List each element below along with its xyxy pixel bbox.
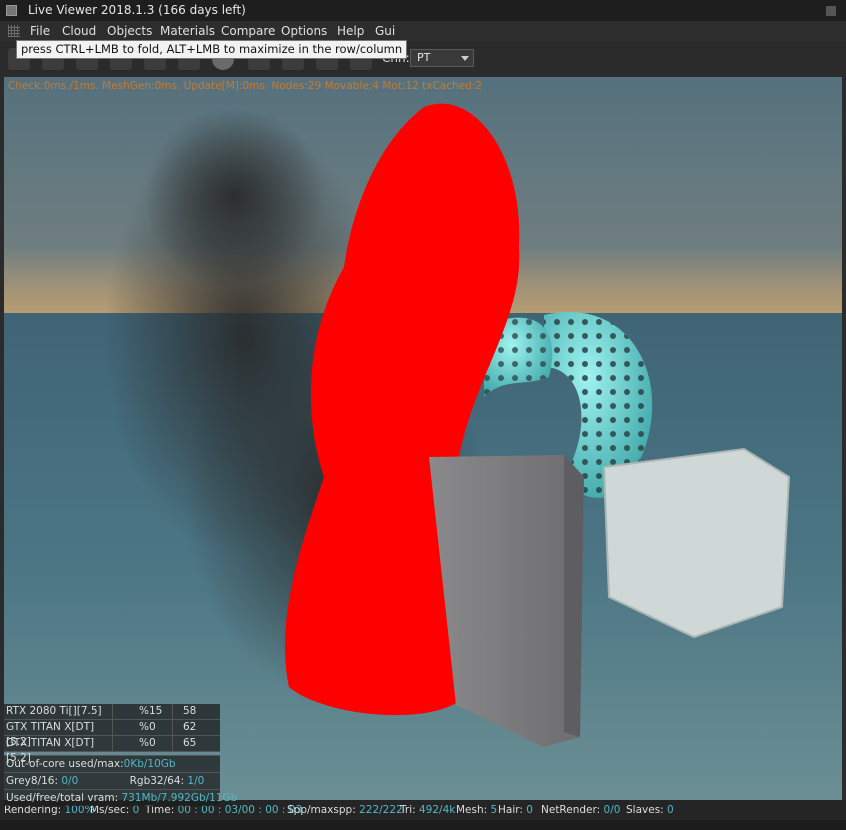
vram-info: Used/free/total vram: 731Mb/7.992Gb/11Gb	[4, 789, 237, 806]
tooltip: press CTRL+LMB to fold, ALT+LMB to maxim…	[16, 40, 408, 59]
gpu-temp: 58	[183, 705, 197, 717]
grey-label: Grey8/16:	[6, 775, 59, 787]
status-netrender: NetRender: 0/0	[541, 804, 621, 816]
status-mesh: Mesh: 5	[456, 804, 498, 816]
gpu-load: %0	[113, 736, 173, 751]
menu-objects[interactable]: Objects	[107, 24, 152, 38]
status-spp: Spp/maxspp: 222/222	[287, 804, 403, 816]
vram-value: 731Mb/7.992Gb/11Gb	[121, 792, 238, 804]
rgb-value: 1/0	[187, 775, 205, 787]
status-tri: Tri: 492/4k	[400, 804, 456, 816]
gpu-load: %0	[113, 720, 173, 735]
gpu-temp: 62	[183, 721, 197, 733]
rgb-label: Rgb32/64:	[129, 775, 185, 787]
menu-materials[interactable]: Materials	[160, 24, 215, 38]
menu-bar: File Cloud Objects Materials Compare Opt…	[0, 21, 846, 41]
render-image	[4, 77, 842, 800]
menu-options[interactable]: Options	[281, 24, 327, 38]
out-of-core-label: Out-of-core used/max:	[6, 758, 124, 770]
title-bar: Live Viewer 2018.1.3 (166 days left)	[0, 0, 846, 21]
menu-gui[interactable]: Gui	[375, 24, 395, 38]
gpu-panel: RTX 2080 Ti[][7.5] %15 58 GTX TITAN X[DT…	[4, 704, 237, 806]
chevron-down-icon	[461, 56, 469, 61]
out-of-core-info: Out-of-core used/max:0Kb/10Gb	[4, 755, 220, 772]
channel-value: PT	[417, 51, 431, 64]
gpu-load: %15	[113, 704, 173, 719]
render-viewport[interactable]	[4, 77, 842, 800]
gpu-name: GTX TITAN X[DT][5.2]	[4, 736, 113, 764]
gpu-row: RTX 2080 Ti[][7.5] %15 58	[4, 704, 220, 720]
texture-count-info: Grey8/16: 0/0 Rgb32/64: 1/0	[4, 772, 220, 789]
minimize-button[interactable]	[826, 6, 836, 16]
menu-cloud[interactable]: Cloud	[62, 24, 96, 38]
status-slaves: Slaves: 0	[626, 804, 674, 816]
gpu-name: RTX 2080 Ti[][7.5]	[4, 704, 113, 719]
menu-help[interactable]: Help	[337, 24, 364, 38]
out-of-core-value: 0Kb/10Gb	[123, 758, 176, 770]
gpu-temp: 65	[183, 737, 197, 749]
menu-file[interactable]: File	[30, 24, 50, 38]
grip-icon[interactable]	[8, 25, 20, 37]
vram-label: Used/free/total vram:	[6, 792, 119, 804]
channel-select[interactable]: PT	[410, 49, 474, 67]
status-hair: Hair: 0	[498, 804, 533, 816]
bottom-strip	[0, 820, 846, 830]
gpu-row: GTX TITAN X[DT][5.2] %0 65	[4, 736, 220, 764]
window-title: Live Viewer 2018.1.3 (166 days left)	[28, 3, 246, 17]
app-icon[interactable]	[6, 5, 17, 16]
gpu-name: GTX TITAN X[DT][5.2]	[4, 720, 113, 748]
gpu-row: GTX TITAN X[DT][5.2] %0 62	[4, 720, 220, 748]
render-stats: Check:0ms./1ms. MeshGen:0ms. Update[M]:0…	[8, 80, 483, 92]
grey-value: 0/0	[61, 775, 79, 787]
menu-compare[interactable]: Compare	[221, 24, 275, 38]
